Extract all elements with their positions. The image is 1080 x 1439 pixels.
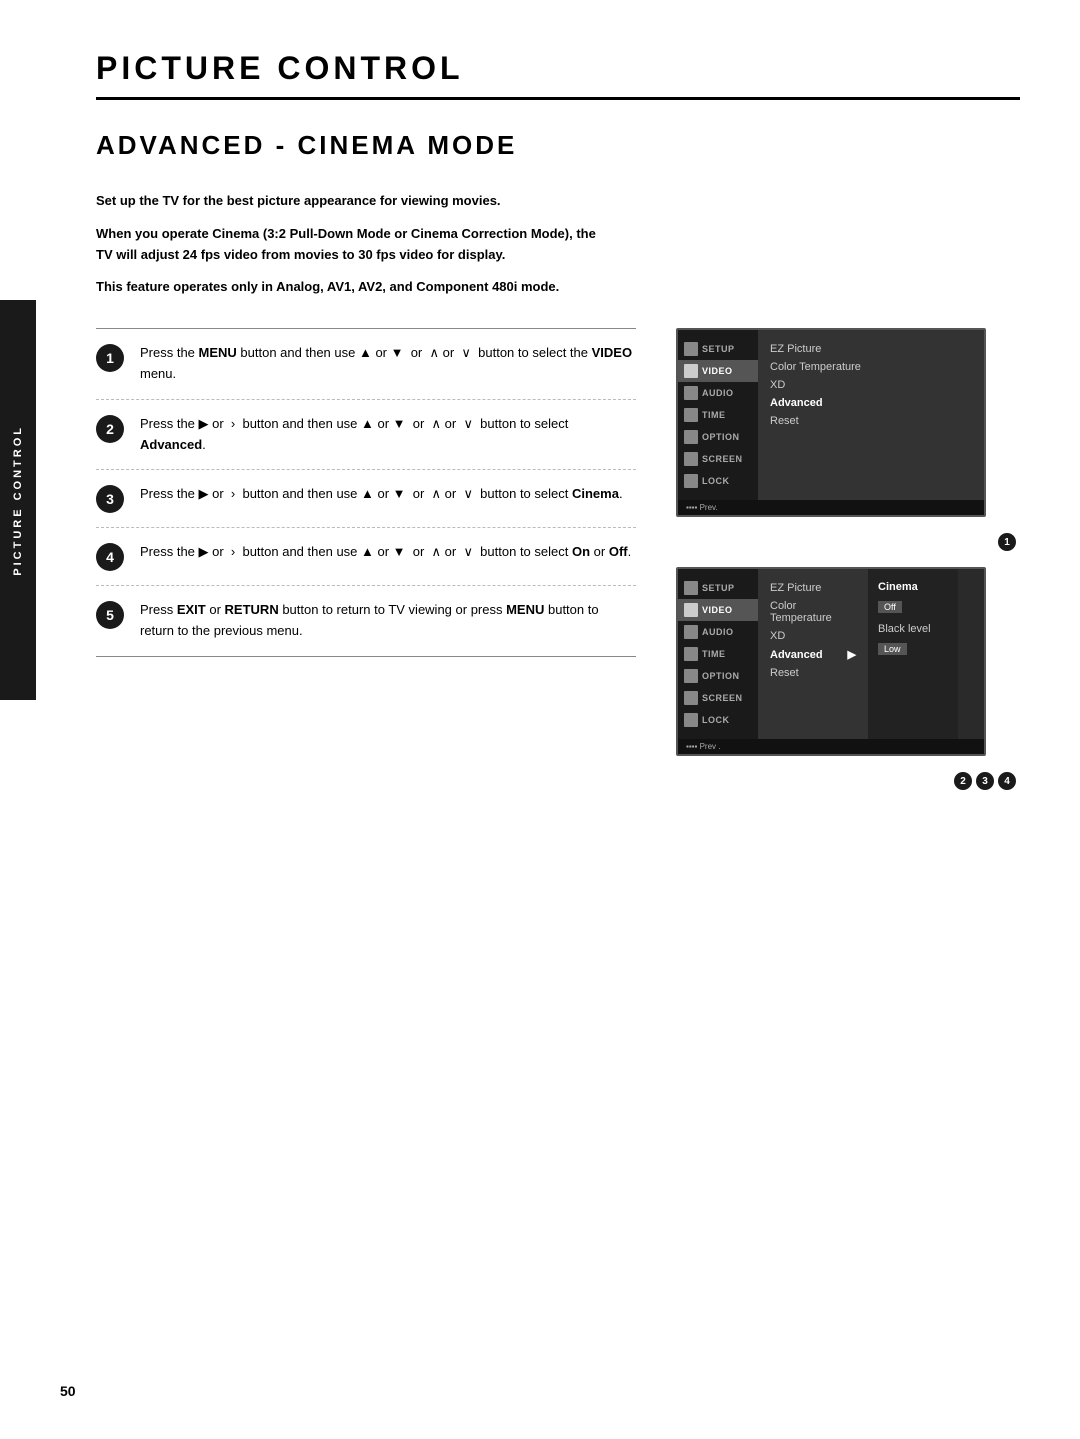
tv-value-off: Off xyxy=(878,601,902,613)
tv-sidebar2-setup: SETUP xyxy=(678,577,758,599)
callout-4: 4 xyxy=(998,772,1016,790)
tv-value-low: Low xyxy=(878,643,907,655)
intro-para3: This feature operates only in Analog, AV… xyxy=(96,277,616,298)
tv-sidebar2-audio: AUDIO xyxy=(678,621,758,643)
tv-main-2: EZ Picture Color Temperature XD Advanced… xyxy=(758,569,868,739)
tv-item-colortemp-1: Color Temperature xyxy=(770,358,972,376)
tv-sidebar-1: SETUP VIDEO AUDIO TIME xyxy=(678,330,758,500)
step-text-3: Press the ▶ or › button and then use ▲ o… xyxy=(140,484,636,505)
tv-sidebar-time: TIME xyxy=(678,404,758,426)
tv-item-advanced-2: Advanced ▶ xyxy=(770,645,856,664)
step-row-1: 1 Press the MENU button and then use ▲ o… xyxy=(96,329,636,400)
callout-3: 3 xyxy=(976,772,994,790)
tv-sidebar-screen: SCREEN xyxy=(678,448,758,470)
tv-sidebar2-option: OPTION xyxy=(678,665,758,687)
tv-item-advanced-1: Advanced xyxy=(770,394,972,412)
step-text-1: Press the MENU button and then use ▲ or … xyxy=(140,343,636,385)
tv-screenshot-2: SETUP VIDEO AUDIO TIME xyxy=(676,567,986,756)
tv-item-xd-1: XD xyxy=(770,376,972,394)
tv-sidebar2-lock: LOCK xyxy=(678,709,758,731)
step-text-4: Press the ▶ or › button and then use ▲ o… xyxy=(140,542,636,563)
main-content: PICTURE CONTROL ADVANCED - CINEMA MODE S… xyxy=(36,0,1080,840)
step-row-2: 2 Press the ▶ or › button and then use ▲… xyxy=(96,400,636,471)
step-number-5: 5 xyxy=(96,601,124,629)
tv-main-1: EZ Picture Color Temperature XD Advanced… xyxy=(758,330,984,500)
tv-sidebar2-screen: SCREEN xyxy=(678,687,758,709)
intro-para2: When you operate Cinema (3:2 Pull-Down M… xyxy=(96,224,616,266)
tv-sub-cinema: Cinema xyxy=(878,579,948,595)
tv-sub-menu: Cinema Off Black level Low xyxy=(868,569,958,739)
steps-area: 1 Press the MENU button and then use ▲ o… xyxy=(96,328,1020,790)
tv-sidebar-setup: SETUP xyxy=(678,338,758,360)
step-text-5: Press EXIT or RETURN button to return to… xyxy=(140,600,636,642)
tv-item-xd-2: XD xyxy=(770,627,856,645)
tv-sidebar-lock: LOCK xyxy=(678,470,758,492)
callout-1-row: 1 xyxy=(676,533,1016,551)
step-number-1: 1 xyxy=(96,344,124,372)
tv-sidebar-2: SETUP VIDEO AUDIO TIME xyxy=(678,569,758,739)
screenshots-area: SETUP VIDEO AUDIO TIME xyxy=(676,328,1016,790)
callout-234-row: 2 3 4 xyxy=(676,772,1016,790)
tv-item-reset-1: Reset xyxy=(770,412,972,430)
step-number-4: 4 xyxy=(96,543,124,571)
tv-footer-2: ▪▪▪▪ Prev . xyxy=(678,739,984,754)
steps-list: 1 Press the MENU button and then use ▲ o… xyxy=(96,328,636,790)
tv-item-reset-2: Reset xyxy=(770,664,856,682)
tv-footer-1: ▪▪▪▪ Prev. xyxy=(678,500,984,515)
step-number-3: 3 xyxy=(96,485,124,513)
tv-item-ezpicture-1: EZ Picture xyxy=(770,340,972,358)
tv-sub-blacklevel: Black level xyxy=(878,621,948,637)
tv-sidebar-video: VIDEO xyxy=(678,360,758,382)
step-row-3: 3 Press the ▶ or › button and then use ▲… xyxy=(96,470,636,528)
tv-menu-inner-2: SETUP VIDEO AUDIO TIME xyxy=(678,569,984,739)
tv-sidebar2-video: VIDEO xyxy=(678,599,758,621)
tv-sidebar-audio: AUDIO xyxy=(678,382,758,404)
step-number-2: 2 xyxy=(96,415,124,443)
page-container: PICTURE CONTROL PICTURE CONTROL ADVANCED… xyxy=(0,0,1080,1439)
tv-menu-inner-1: SETUP VIDEO AUDIO TIME xyxy=(678,330,984,500)
tv-item-colortemp-2: Color Temperature xyxy=(770,597,856,627)
tv-sidebar2-time: TIME xyxy=(678,643,758,665)
step-text-2: Press the ▶ or › button and then use ▲ o… xyxy=(140,414,636,456)
tv-item-ezpicture-2: EZ Picture xyxy=(770,579,856,597)
sidebar-label: PICTURE CONTROL xyxy=(0,300,36,700)
section-title: ADVANCED - CINEMA MODE xyxy=(96,130,1020,161)
page-title: PICTURE CONTROL xyxy=(96,50,1020,100)
callout-1: 1 xyxy=(998,533,1016,551)
tv-screenshot-1: SETUP VIDEO AUDIO TIME xyxy=(676,328,986,517)
page-number: 50 xyxy=(60,1383,76,1399)
step-row-4: 4 Press the ▶ or › button and then use ▲… xyxy=(96,528,636,586)
step-row-5: 5 Press EXIT or RETURN button to return … xyxy=(96,586,636,657)
callout-2: 2 xyxy=(954,772,972,790)
intro-para1: Set up the TV for the best picture appea… xyxy=(96,191,616,212)
tv-sidebar-option: OPTION xyxy=(678,426,758,448)
